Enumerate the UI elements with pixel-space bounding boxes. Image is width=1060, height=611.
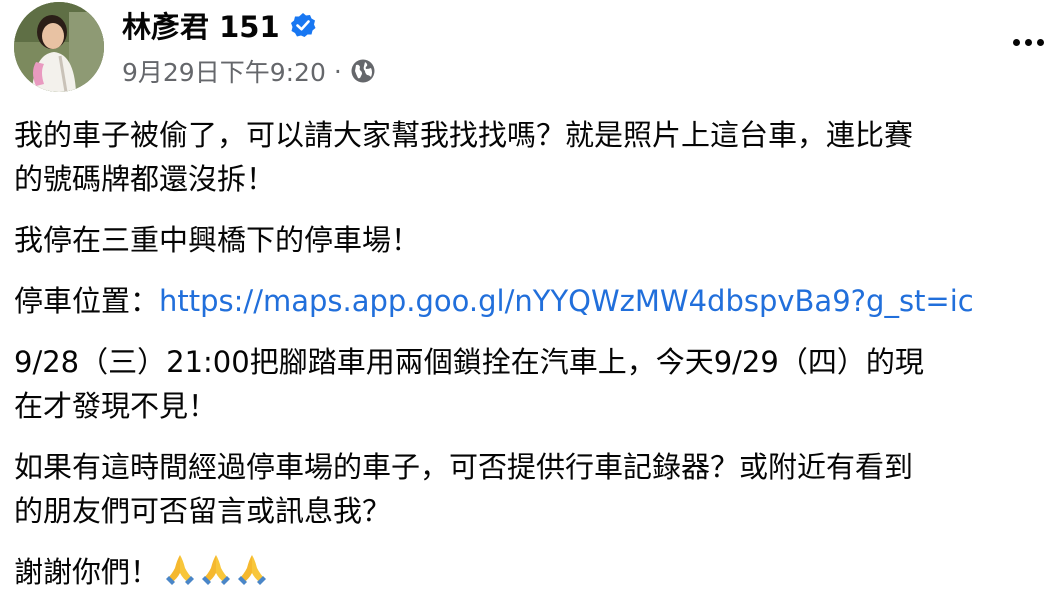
more-options-icon: [1012, 38, 1044, 46]
post-text-line: 如果有這時間經過停車場的車子，可否提供行車記錄器？或附近有看到: [14, 450, 914, 484]
post-body: 我的車子被偷了，可以請大家幫我找找嗎？就是照片上這台車，連比賽 的號碼牌都還沒拆…: [14, 113, 1060, 611]
post-text-line: 我停在三重中興橋下的停車場！: [14, 223, 421, 257]
meta-separator: ·: [333, 56, 342, 86]
avatar[interactable]: [14, 2, 104, 92]
post-text-line: 我的車子被偷了，可以請大家幫我找找嗎？就是照片上這台車，連比賽: [14, 118, 914, 152]
verified-badge-icon: [290, 13, 316, 37]
thanks-text: 謝謝你們！: [14, 555, 160, 589]
more-options-button[interactable]: [1000, 22, 1056, 62]
post-text-line: 9/28（三）21:00把腳踏車用兩個鎖拴在汽車上，今天9/29（四）的現: [14, 345, 924, 379]
post-paragraph-2: 我停在三重中興橋下的停車場！: [14, 218, 1060, 262]
folded-hands-icon: [166, 555, 195, 585]
post-text-line: 的號碼牌都還沒拆！: [14, 162, 276, 196]
map-link[interactable]: https://maps.app.goo.gl/nYYQWzMW4dbspvBa…: [159, 284, 974, 318]
folded-hands-icon: [202, 555, 231, 585]
avatar-photo: [14, 2, 104, 92]
post-header: 林彥君 151 9月29日下午9:20 ·: [0, 0, 1060, 100]
post-paragraph-6: 謝謝你們！: [14, 550, 1060, 594]
location-label: 停車位置：: [14, 284, 160, 318]
globe-icon[interactable]: [350, 58, 376, 84]
post-paragraph-1: 我的車子被偷了，可以請大家幫我找找嗎？就是照片上這台車，連比賽 的號碼牌都還沒拆…: [14, 113, 1060, 201]
post-timestamp[interactable]: 9月29日下午9:20: [122, 53, 326, 89]
post-paragraph-4: 9/28（三）21:00把腳踏車用兩個鎖拴在汽車上，今天9/29（四）的現 在才…: [14, 340, 1060, 428]
author-line: 林彥君 151: [122, 6, 316, 44]
author-name[interactable]: 林彥君 151: [122, 4, 280, 46]
folded-hands-emoji-row: [163, 552, 271, 586]
post-paragraph-3: 停車位置：https://maps.app.goo.gl/nYYQWzMW4db…: [14, 279, 1060, 323]
post-meta: 9月29日下午9:20 ·: [122, 54, 376, 88]
post-text-line: 在才發現不見！: [14, 389, 218, 423]
folded-hands-icon: [238, 555, 267, 585]
post-paragraph-5: 如果有這時間經過停車場的車子，可否提供行車記錄器？或附近有看到 的朋友們可否留言…: [14, 445, 1060, 533]
post-text-line: 的朋友們可否留言或訊息我？: [14, 494, 392, 528]
